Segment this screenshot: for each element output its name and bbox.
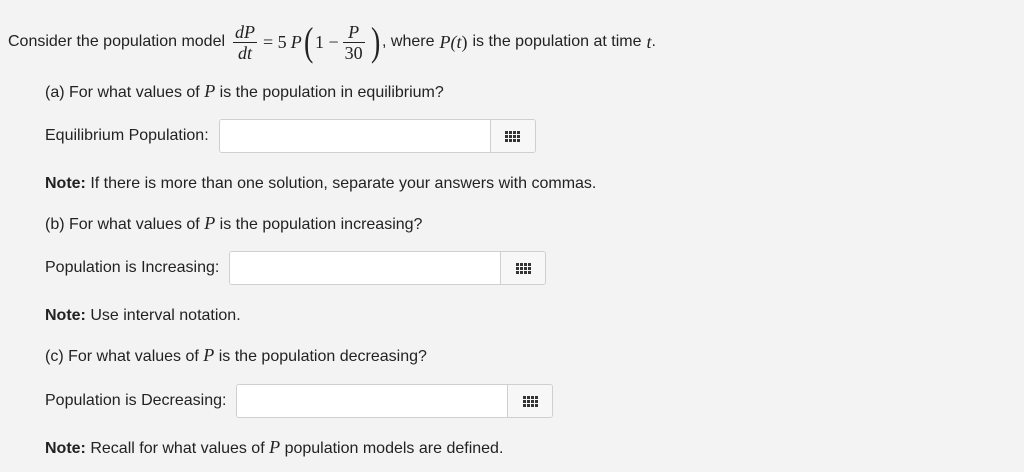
note-b: Note: Use interval notation. xyxy=(45,305,241,327)
note-c-var: P xyxy=(269,437,281,457)
where-text: , where xyxy=(382,33,435,50)
decreasing-input-group xyxy=(236,384,554,418)
decreasing-input[interactable] xyxy=(237,385,508,417)
question-b-pre: (b) For what values of xyxy=(45,216,200,233)
question-c-var: P xyxy=(203,345,215,365)
decreasing-label: Population is Decreasing: xyxy=(45,392,227,409)
increasing-input-group xyxy=(229,251,547,285)
note-c-text-post: population models are defined. xyxy=(284,440,504,457)
equilibrium-keypad-button[interactable] xyxy=(489,120,535,152)
equilibrium-label: Equilibrium Population: xyxy=(45,127,209,144)
note-a-text: If there is more than one solution, sepa… xyxy=(90,175,597,192)
note-c: Note: Recall for what values of P popula… xyxy=(45,436,503,458)
intro-description: is the population at time xyxy=(472,33,642,50)
increasing-keypad-button[interactable] xyxy=(500,252,546,284)
keypad-icon xyxy=(505,130,521,142)
question-b-var: P xyxy=(204,213,216,233)
open-parenthesis: ( xyxy=(303,19,314,64)
keypad-icon xyxy=(515,262,531,274)
question-c-pre: (c) For what values of xyxy=(45,348,199,365)
keypad-icon xyxy=(522,395,538,407)
intro-prefix: Consider the population model xyxy=(8,33,226,50)
question-a-pre: (a) For what values of xyxy=(45,84,200,101)
question-c: (c) For what values of P is the populati… xyxy=(45,344,427,366)
note-a: Note: If there is more than one solution… xyxy=(45,173,596,195)
close-parenthesis: ) xyxy=(370,19,381,64)
derivative-denominator: dt xyxy=(238,42,253,63)
question-b: (b) For what values of P is the populati… xyxy=(45,212,422,234)
decreasing-keypad-button[interactable] xyxy=(507,385,553,417)
carrying-denominator: 30 xyxy=(344,42,363,63)
equilibrium-input-group xyxy=(218,119,536,153)
decreasing-field-row: Population is Decreasing: xyxy=(45,384,554,418)
increasing-field-row: Population is Increasing: xyxy=(45,251,547,285)
equilibrium-input[interactable] xyxy=(219,120,490,152)
population-function: P(t) xyxy=(439,32,467,53)
note-c-text-pre: Recall for what values of xyxy=(90,440,265,457)
increasing-label: Population is Increasing: xyxy=(45,259,220,276)
carrying-numerator: P xyxy=(348,21,360,42)
question-c-post: is the population decreasing? xyxy=(218,348,427,365)
equals-coefficient: = 5 xyxy=(263,31,287,52)
population-variable: P xyxy=(290,31,302,52)
problem-statement: Consider the population model dP dt = 5 … xyxy=(8,18,656,66)
equilibrium-field-row: Equilibrium Population: xyxy=(45,119,536,153)
question-a-post: is the population in equilibrium? xyxy=(219,84,444,101)
note-b-label: Note: xyxy=(45,307,86,324)
intro-period: . xyxy=(651,33,656,50)
question-a-var: P xyxy=(204,81,216,101)
function-close: ) xyxy=(461,31,468,52)
question-a: (a) For what values of P is the populati… xyxy=(45,80,444,102)
function-name: P( xyxy=(439,31,457,52)
carrying-fraction: P 30 xyxy=(342,21,365,63)
derivative-fraction: dP dt xyxy=(233,21,258,63)
note-c-label: Note: xyxy=(45,440,86,457)
derivative-numerator: dP xyxy=(235,21,256,42)
question-b-post: is the population increasing? xyxy=(219,216,423,233)
increasing-input[interactable] xyxy=(230,252,501,284)
note-b-text: Use interval notation. xyxy=(90,307,241,324)
note-a-label: Note: xyxy=(45,175,86,192)
one-minus: 1 − xyxy=(315,31,339,52)
